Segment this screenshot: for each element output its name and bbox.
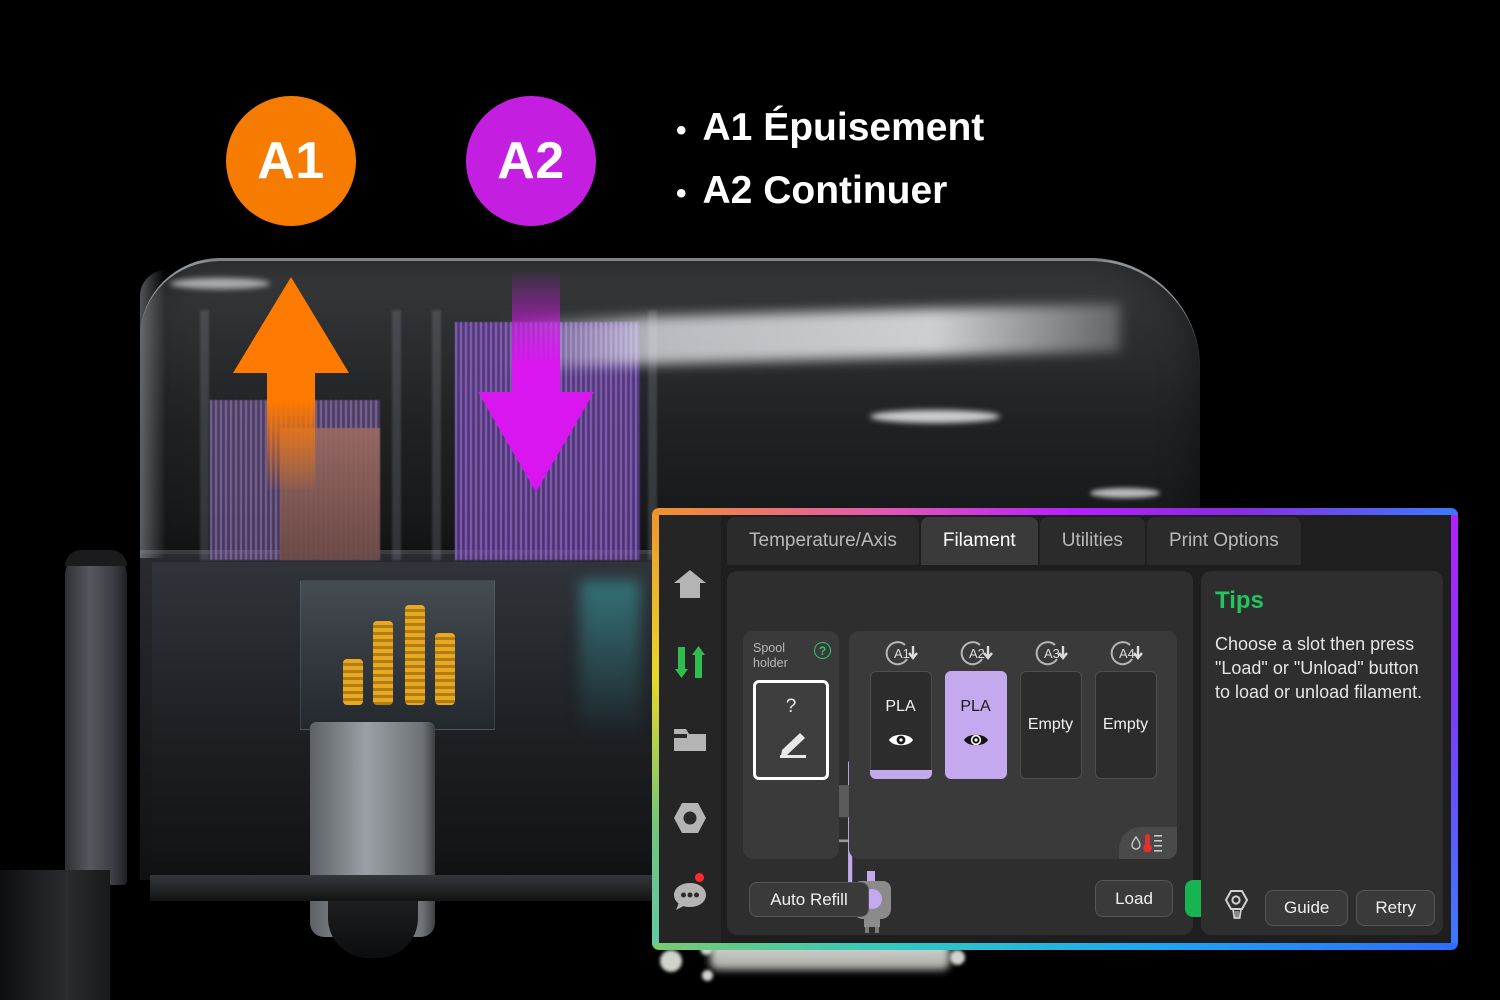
legend-bullet-list: • A1 Épuisement • A2 Continuer <box>676 96 984 222</box>
interior-glow <box>580 580 640 730</box>
guide-label: Guide <box>1284 897 1330 917</box>
slot-head-a3[interactable]: A3 <box>1013 637 1088 669</box>
slot-color-bar <box>869 770 932 779</box>
tab-temperature-axis[interactable]: Temperature/Axis <box>727 517 919 565</box>
svg-text:A3: A3 <box>1044 646 1060 661</box>
auto-refill-label: Auto Refill <box>770 889 848 909</box>
slot-loop-arrow-icon: A1 <box>885 641 918 666</box>
svg-text:A1: A1 <box>894 646 910 661</box>
eye-icon <box>963 732 989 753</box>
legend-item-0: A1 Épuisement <box>702 106 985 149</box>
slot-label: PLA <box>960 697 991 715</box>
tab-label: Filament <box>942 530 1016 551</box>
tips-title: Tips <box>1215 587 1264 614</box>
slot-label: PLA <box>885 697 916 715</box>
up-arrow <box>230 275 352 490</box>
spool-holder-title: Spool holder <box>753 641 788 671</box>
list-item: • A1 Épuisement <box>676 96 984 159</box>
slot-head-row: A1 A2 A3 A4 <box>863 637 1163 669</box>
spool-holder-box: Spool holder ? ? <box>743 631 839 859</box>
ams-unit: A1 A2 A3 A4 PLA PLA Empty Empty <box>849 631 1177 859</box>
retry-button[interactable]: Retry <box>1356 889 1435 926</box>
retry-label: Retry <box>1375 897 1416 917</box>
slot-loop-arrow-icon: A3 <box>1035 641 1068 666</box>
bullet-marker: • <box>676 177 687 211</box>
legend-item-1: A2 Continuer <box>702 169 948 213</box>
badge-a2-label: A2 <box>497 132 565 190</box>
filament-slot-a3[interactable]: Empty <box>1019 671 1082 779</box>
chat-bubble-icon <box>672 881 708 911</box>
bullet-marker: • <box>676 114 687 147</box>
filament-slot-a1[interactable]: PLA <box>869 671 932 779</box>
eye-icon <box>888 732 914 753</box>
slot-head-a4[interactable]: A4 <box>1088 637 1163 669</box>
nozzle-icon[interactable] <box>1215 888 1249 927</box>
printer-pillar <box>65 550 127 885</box>
spool-holder-slot[interactable]: ? <box>753 679 829 780</box>
folder-icon <box>673 726 707 754</box>
slot-head-a2[interactable]: A2 <box>938 637 1013 669</box>
load-button[interactable]: Load <box>1095 880 1173 917</box>
screenshot-root: A1 A2 • A1 Épuisement • A2 Continuer Tem… <box>0 0 1500 1000</box>
tab-label: Utilities <box>1061 530 1123 551</box>
controls-sliders-icon <box>673 645 707 679</box>
sidebar-item-control[interactable] <box>659 623 721 701</box>
tab-label: Print Options <box>1168 530 1279 551</box>
slot-label: Empty <box>1027 716 1074 733</box>
tab-bar: Temperature/Axis Filament Utilities Prin… <box>721 515 1451 565</box>
spool-gearbox-left <box>300 580 495 730</box>
tab-utilities[interactable]: Utilities <box>1039 517 1145 565</box>
auto-refill-button[interactable]: Auto Refill <box>749 882 869 917</box>
humidity-thermometer-icon[interactable] <box>1119 827 1177 859</box>
sidebar-item-files[interactable] <box>659 701 721 779</box>
list-item: • A2 Continuer <box>676 159 984 222</box>
slot-head-a1[interactable]: A1 <box>863 637 938 669</box>
down-arrow <box>475 272 597 494</box>
tab-print-options[interactable]: Print Options <box>1146 517 1301 565</box>
badge-a1-label: A1 <box>257 132 325 190</box>
spool-holder-value: ? <box>785 696 797 717</box>
badge-a1: A1 <box>226 96 356 226</box>
tab-filament[interactable]: Filament <box>920 517 1038 565</box>
nut-icon <box>673 802 707 834</box>
slot-row: PLA PLA Empty Empty <box>863 671 1163 779</box>
svg-text:A4: A4 <box>1119 646 1135 661</box>
load-label: Load <box>1115 888 1153 908</box>
filament-slot-a2[interactable]: PLA <box>944 671 1007 779</box>
notification-badge <box>695 873 704 882</box>
sidebar-item-messages[interactable] <box>659 857 721 935</box>
tips-body: Choose a slot then press "Load" or "Unlo… <box>1215 634 1423 702</box>
tab-label: Temperature/Axis <box>749 530 897 551</box>
slot-label: Empty <box>1102 716 1149 733</box>
sidebar-item-home[interactable] <box>659 545 721 623</box>
legend-overlay: A1 A2 • A1 Épuisement • A2 Continuer <box>0 0 1500 250</box>
slot-loop-arrow-icon: A2 <box>960 641 993 666</box>
tips-card: Tips Choose a slot then press "Load" or … <box>1201 571 1443 935</box>
sidebar-item-calibration[interactable] <box>659 779 721 857</box>
home-icon <box>673 569 707 599</box>
guide-button[interactable]: Guide <box>1265 889 1349 926</box>
help-icon[interactable]: ? <box>814 642 831 659</box>
printer-touchscreen-panel: Temperature/Axis Filament Utilities Prin… <box>652 508 1458 950</box>
printer-base <box>0 870 110 1000</box>
slot-loop-arrow-icon: A4 <box>1110 641 1143 666</box>
filament-main-card: Spool holder ? ? A1 A2 A3 A4 PLA PLA Emp… <box>727 571 1279 935</box>
filament-slot-a4[interactable]: Empty <box>1094 671 1157 779</box>
pencil-icon[interactable] <box>774 732 808 763</box>
svg-text:A2: A2 <box>969 646 985 661</box>
badge-a2: A2 <box>466 96 596 226</box>
sidebar <box>659 515 721 943</box>
ams-row: Spool holder ? ? A1 A2 A3 A4 PLA PLA Emp… <box>743 631 1177 859</box>
